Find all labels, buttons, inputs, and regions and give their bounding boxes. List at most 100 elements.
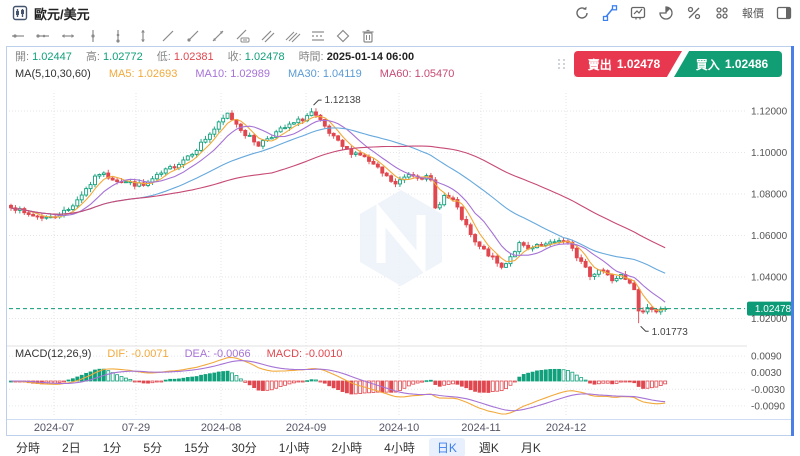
percent-icon[interactable] [686, 5, 702, 21]
price-label-line-icon[interactable] [235, 28, 251, 44]
chart-board-icon[interactable] [630, 5, 646, 21]
open-label: 開: [15, 51, 29, 63]
time-label: 時間: [299, 51, 324, 63]
tab-timeframe-12[interactable]: 月K [513, 438, 549, 456]
trading-app: 歐元/美元 [0, 0, 800, 456]
ma60-label: MA60: [380, 68, 412, 80]
horizontal-ray-icon[interactable] [35, 28, 51, 44]
tab-timeframe-3[interactable]: 1分 [95, 438, 130, 456]
pie-chart-icon[interactable] [658, 5, 674, 21]
svg-text:0.0090: 0.0090 [751, 352, 782, 363]
low-label: 低: [157, 51, 171, 63]
tab-timeframe-2[interactable]: 2日 [54, 438, 89, 456]
dif-label: DIF: [107, 348, 128, 360]
macd-legend: MACD(12,26,9) DIF: -0.0071 DEA: -0.0066 … [15, 347, 342, 361]
ray-line-icon[interactable] [185, 28, 201, 44]
ma30-line [11, 128, 665, 273]
tab-timeframe-10[interactable]: 日K [429, 438, 465, 456]
high-label: 高: [86, 51, 100, 63]
x-axis-label: 2024-11 [461, 422, 501, 434]
trend-line-icon[interactable] [160, 28, 176, 44]
tab-timeframe-9[interactable]: 4小時 [376, 438, 423, 456]
close-value: 1.02478 [245, 51, 285, 63]
ma30-label: MA30: [288, 68, 320, 80]
ma60-line [11, 146, 665, 248]
drawing-toolbar [0, 26, 800, 46]
svg-text:0.0030: 0.0030 [751, 368, 782, 379]
instrument[interactable]: 歐元/美元 [0, 4, 90, 23]
panel-resizer[interactable] [791, 46, 794, 436]
svg-text:1.06000: 1.06000 [751, 231, 788, 242]
dif-value: -0.0071 [131, 348, 168, 360]
watermark-logo [360, 190, 442, 286]
x-axis-label: 2024-10 [379, 422, 419, 434]
delete-icon[interactable] [360, 28, 376, 44]
x-axis-label: 2024-12 [546, 422, 586, 434]
ma5-line [11, 117, 665, 311]
quote-panel-toggle[interactable]: 報價 [742, 5, 764, 21]
svg-text:1.04000: 1.04000 [751, 273, 788, 284]
tab-timeframe-1[interactable]: 分時 [8, 438, 48, 456]
macd-value: -0.0010 [305, 348, 342, 360]
buy-price: 1.02486 [725, 57, 768, 71]
macd-label: MACD: [267, 348, 302, 360]
apps-grid-icon[interactable] [714, 5, 730, 21]
chart-panel: 開: 1.02447 高: 1.02772 低: 1.02381 收: 1.02… [6, 46, 793, 436]
sell-price: 1.02478 [617, 57, 660, 71]
x-axis-label: 2024-07 [34, 422, 74, 434]
dea-label: DEA: [185, 348, 211, 360]
vertical-line-icon[interactable] [85, 28, 101, 44]
parallel-lines-icon[interactable] [260, 28, 276, 44]
sell-label: 賣出 [588, 56, 612, 73]
horizontal-line-icon[interactable] [10, 28, 26, 44]
ma5-value: 1.02693 [138, 68, 178, 80]
header-actions: 報價 [574, 0, 792, 26]
high-value: 1.02772 [103, 51, 143, 63]
x-axis-label: 07-29 [122, 422, 150, 434]
low-value: 1.02381 [174, 51, 214, 63]
tab-timeframe-5[interactable]: 15分 [176, 438, 217, 456]
x-axis: 2024-0707-292024-082024-092024-102024-11… [7, 419, 792, 437]
ma60-value: 1.05470 [415, 68, 455, 80]
macd-title: MACD(12,26,9) [15, 348, 91, 360]
panel-layout-icon[interactable] [776, 5, 792, 21]
svg-text:1.12138: 1.12138 [325, 95, 362, 106]
fibonacci-icon[interactable] [310, 28, 326, 44]
svg-text:1.02000: 1.02000 [751, 314, 788, 325]
tab-timeframe-7[interactable]: 1小時 [271, 438, 318, 456]
extended-trend-line-icon[interactable] [210, 28, 226, 44]
tab-timeframe-4[interactable]: 5分 [135, 438, 170, 456]
open-value: 1.02447 [32, 51, 72, 63]
candlestick-series [10, 108, 667, 323]
trade-buttons: 賣出 1.02478 買入 1.02486 [558, 51, 782, 77]
ma10-label: MA10: [195, 68, 227, 80]
time-value: 2025-01-14 06:00 [327, 51, 414, 63]
tab-timeframe-8[interactable]: 2小時 [323, 438, 370, 456]
buy-label: 買入 [696, 56, 720, 73]
extended-vertical-line-icon[interactable] [135, 28, 151, 44]
svg-text:1.10000: 1.10000 [751, 148, 788, 159]
tab-timeframe-6[interactable]: 30分 [223, 438, 264, 456]
draw-tools-icon[interactable] [602, 5, 618, 21]
x-axis-label: 2024-08 [201, 422, 241, 434]
svg-text:-0.0090: -0.0090 [751, 401, 785, 412]
ma30-value: 1.04119 [323, 68, 362, 80]
header: 歐元/美元 [0, 0, 800, 26]
eraser-icon[interactable] [335, 28, 351, 44]
refresh-icon[interactable] [574, 5, 590, 21]
ma5-label: MA5: [109, 68, 135, 80]
svg-text:1.08000: 1.08000 [751, 190, 788, 201]
buy-button[interactable]: 買入 1.02486 [674, 51, 782, 77]
tab-timeframe-11[interactable]: 週K [471, 438, 507, 456]
svg-text:-0.0030: -0.0030 [751, 385, 785, 396]
instrument-icon [12, 5, 28, 21]
price-chart-svg[interactable]: 1.024781.120001.100001.080001.060001.040… [7, 83, 792, 419]
extended-horizontal-line-icon[interactable] [60, 28, 76, 44]
sell-button[interactable]: 賣出 1.02478 [574, 51, 682, 77]
parallel-channel-icon[interactable] [285, 28, 301, 44]
page-title: 歐元/美元 [34, 4, 90, 23]
vertical-ray-icon[interactable] [110, 28, 126, 44]
price-axis-labels: 1.120001.100001.080001.060001.040001.020… [751, 107, 788, 413]
drag-handle-icon[interactable] [558, 59, 566, 69]
dea-value: -0.0066 [213, 348, 250, 360]
